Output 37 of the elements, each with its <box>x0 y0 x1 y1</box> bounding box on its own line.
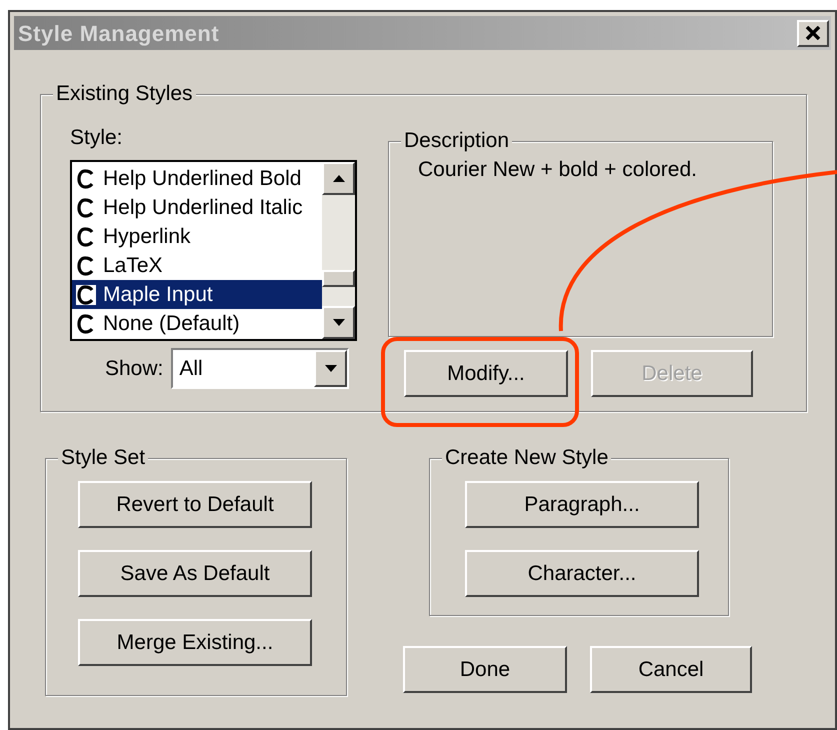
style-list-item[interactable]: Maple Input <box>72 280 322 309</box>
dialog-button[interactable]: Done <box>403 646 567 693</box>
style-list-item[interactable]: Help Underlined Bold <box>72 164 322 193</box>
dropdown-button[interactable] <box>314 350 348 387</box>
dialog-button[interactable]: Paragraph... <box>465 481 699 528</box>
character-style-icon <box>76 226 96 246</box>
dialog-button[interactable]: Save As Default <box>78 550 312 597</box>
close-button[interactable] <box>797 20 829 46</box>
window-title: Style Management <box>18 20 220 48</box>
scroll-up-button[interactable] <box>322 162 355 195</box>
show-dropdown[interactable]: All <box>171 348 350 389</box>
character-style-icon <box>76 168 96 188</box>
scroll-bar[interactable] <box>322 162 355 339</box>
character-style-icon <box>76 314 96 334</box>
dialog-button[interactable]: Revert to Default <box>78 481 312 528</box>
field-label: Style: <box>70 125 124 151</box>
style-list-item[interactable]: Help Underlined Italic <box>72 193 322 222</box>
style-list-item[interactable]: Hyperlink <box>72 222 322 251</box>
dropdown-value: All <box>178 356 204 382</box>
character-style-icon <box>76 256 96 276</box>
character-style-icon <box>76 198 96 218</box>
dialog-button[interactable]: Modify... <box>404 350 568 397</box>
scroll-down-button[interactable] <box>322 306 355 339</box>
style-list-item[interactable]: None (Default) <box>72 309 322 338</box>
character-style-icon <box>76 284 96 304</box>
up-arrow-icon <box>332 175 344 182</box>
field-label: Show: <box>105 356 164 382</box>
style-list[interactable]: Help Underlined Bold Help Underlined Italic Hyperlink LaTeX Maple Input None (Default) <box>70 160 357 341</box>
dialog-button[interactable]: Merge Existing... <box>78 619 312 666</box>
dialog-button[interactable]: Character... <box>465 550 699 597</box>
dialog-button[interactable]: Cancel <box>590 646 752 693</box>
close-icon <box>805 26 821 40</box>
down-arrow-icon <box>324 365 337 372</box>
down-arrow-icon <box>332 319 344 326</box>
scroll-thumb[interactable] <box>322 270 355 287</box>
style-list-item[interactable]: LaTeX <box>72 251 322 280</box>
style-description: Courier New + bold + colored. <box>417 157 698 183</box>
